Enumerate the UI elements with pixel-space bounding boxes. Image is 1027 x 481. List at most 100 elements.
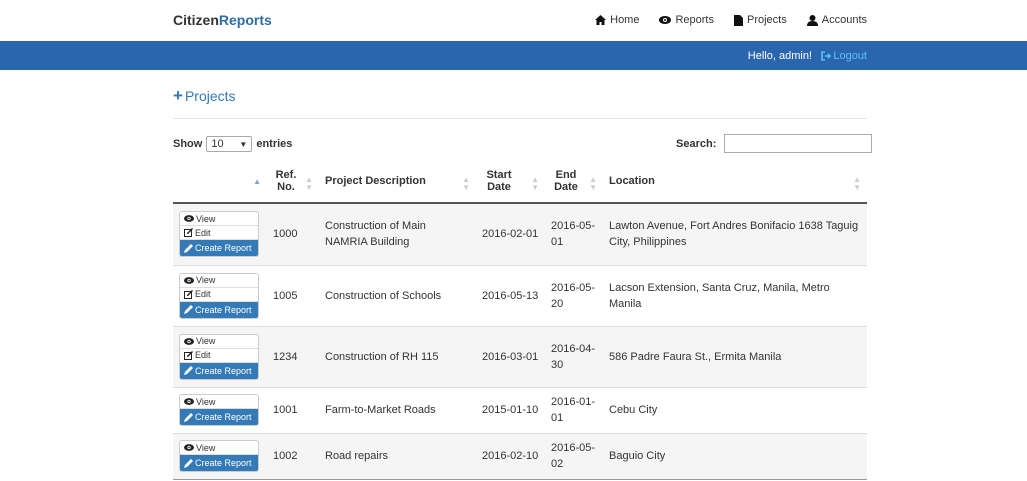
actions-cell: View Create Report: [173, 386, 267, 433]
description-cell: Construction of RH 115: [319, 325, 476, 387]
edit-icon: [184, 228, 193, 238]
pencil-icon: [184, 458, 193, 468]
view-button[interactable]: View: [180, 212, 258, 227]
sort-ascending-icon: ▲: [253, 177, 261, 186]
view-label: View: [196, 396, 216, 407]
start-column-header[interactable]: Start Date ▲ ▼: [476, 160, 545, 204]
actions-cell: View Edit Create Report: [173, 325, 267, 387]
action-button-group: View Create Report: [179, 394, 259, 426]
brand-part1: Citizen: [173, 12, 219, 28]
pencil-icon: [184, 412, 193, 422]
nav-home[interactable]: Home: [595, 14, 639, 26]
create-report-label: Create Report: [195, 412, 252, 422]
description-cell: Road repairs: [319, 432, 476, 480]
edit-button[interactable]: Edit: [180, 349, 258, 363]
start-date-cell: 2016-02-01: [476, 202, 545, 265]
home-icon: [595, 15, 607, 25]
create-report-label: Create Report: [195, 243, 252, 254]
edit-label: Edit: [195, 350, 211, 360]
actions-cell: View Create Report: [173, 432, 267, 480]
create-report-label: Create Report: [195, 458, 252, 468]
end-column-header[interactable]: End Date ▲ ▼: [545, 160, 603, 204]
plus-icon: +: [173, 86, 183, 105]
nav-projects[interactable]: Projects: [734, 14, 787, 26]
ref-column-header[interactable]: Ref. No. ▲ ▼: [267, 160, 319, 204]
ref-cell: 1000: [267, 202, 319, 265]
eye-icon: [659, 16, 672, 24]
greeting-text: Hello, admin!: [747, 50, 812, 62]
end-date-cell: 2016-04-30: [545, 325, 603, 387]
start-date-cell: 2016-02-10: [476, 432, 545, 480]
table-row: View Edit Create Report 1234 Constructio…: [173, 325, 867, 387]
entries-select[interactable]: 10 ▼: [206, 136, 253, 152]
brand-logo[interactable]: CitizenReports: [173, 12, 272, 28]
search-control: Search:: [676, 134, 873, 153]
create-report-button[interactable]: Create Report: [180, 455, 258, 471]
logout-label: Logout: [833, 50, 867, 62]
create-report-button[interactable]: Create Report: [180, 240, 258, 257]
eye-icon: [184, 215, 194, 223]
nav-reports-label: Reports: [675, 14, 714, 26]
view-button[interactable]: View: [180, 274, 258, 288]
eye-icon: [184, 444, 194, 451]
description-cell: Construction of Main NAMRIA Building: [319, 202, 476, 265]
actions-column-header[interactable]: ▲: [173, 160, 267, 204]
sort-icon: ▲ ▼: [305, 175, 313, 192]
logout-icon: [821, 51, 832, 61]
create-report-button[interactable]: Create Report: [180, 301, 258, 318]
nav-reports[interactable]: Reports: [659, 14, 714, 26]
table-row: View Create Report 1001 Farm-to-Market R…: [173, 386, 867, 433]
location-cell: 586 Padre Faura St., Ermita Manila: [603, 325, 867, 387]
location-header-label: Location: [609, 175, 655, 187]
start-date-cell: 2016-05-13: [476, 264, 545, 326]
view-label: View: [196, 442, 216, 453]
ref-header-label: Ref. No.: [275, 169, 297, 193]
sort-icon: ▲ ▼: [462, 175, 470, 192]
entries-length-control: Show 10 ▼ entries: [173, 136, 292, 152]
sort-icon: ▲ ▼: [531, 175, 539, 192]
entries-label: entries: [256, 138, 293, 150]
view-button[interactable]: View: [180, 441, 258, 455]
add-project-link[interactable]: + Projects: [173, 86, 236, 105]
edit-button[interactable]: Edit: [180, 288, 258, 302]
action-button-group: View Edit Create Report: [179, 272, 259, 319]
top-navbar: CitizenReports Home Reports Projects Acc…: [0, 0, 1027, 41]
create-report-button[interactable]: Create Report: [180, 409, 258, 425]
create-report-label: Create Report: [195, 365, 252, 376]
edit-label: Edit: [195, 227, 211, 238]
location-cell: Lawton Avenue, Fort Andres Bonifacio 163…: [603, 202, 867, 265]
location-column-header[interactable]: Location ▲ ▼: [603, 160, 867, 204]
start-date-cell: 2016-03-01: [476, 325, 545, 387]
sort-icon: ▲ ▼: [589, 175, 597, 192]
edit-button[interactable]: Edit: [180, 226, 258, 241]
location-cell: Baguio City: [603, 432, 867, 480]
edit-icon: [184, 350, 193, 360]
nav-projects-label: Projects: [747, 14, 787, 26]
view-button[interactable]: View: [180, 395, 258, 409]
description-column-header[interactable]: Project Description ▲ ▼: [319, 160, 476, 204]
view-button[interactable]: View: [180, 335, 258, 349]
table-row: View Edit Create Report 1005 Constructio…: [173, 264, 867, 326]
end-date-cell: 2016-05-01: [545, 202, 603, 265]
nav-accounts-label: Accounts: [821, 14, 867, 26]
nav-home-label: Home: [610, 14, 640, 26]
action-button-group: View Create Report: [179, 440, 259, 472]
ref-cell: 1001: [267, 386, 319, 433]
ref-cell: 1002: [267, 432, 319, 480]
end-header-label: End Date: [554, 169, 578, 193]
edit-icon: [184, 289, 193, 299]
actions-cell: View Edit Create Report: [173, 202, 267, 265]
brand-part2: Reports: [218, 12, 272, 28]
entries-select-value: 10: [211, 138, 224, 150]
table-header-row: ▲ Ref. No. ▲ ▼ Project Description ▲ ▼ Start…: [173, 160, 867, 204]
nav-accounts[interactable]: Accounts: [806, 14, 867, 26]
description-cell: Farm-to-Market Roads: [319, 386, 476, 433]
create-report-button[interactable]: Create Report: [180, 362, 258, 379]
search-input[interactable]: [724, 134, 873, 153]
ref-cell: 1234: [267, 325, 319, 387]
eye-icon: [184, 276, 194, 284]
show-label: Show: [173, 138, 203, 150]
description-cell: Construction of Schools: [319, 264, 476, 326]
logout-link[interactable]: Logout: [821, 50, 867, 62]
search-label: Search:: [676, 137, 717, 150]
